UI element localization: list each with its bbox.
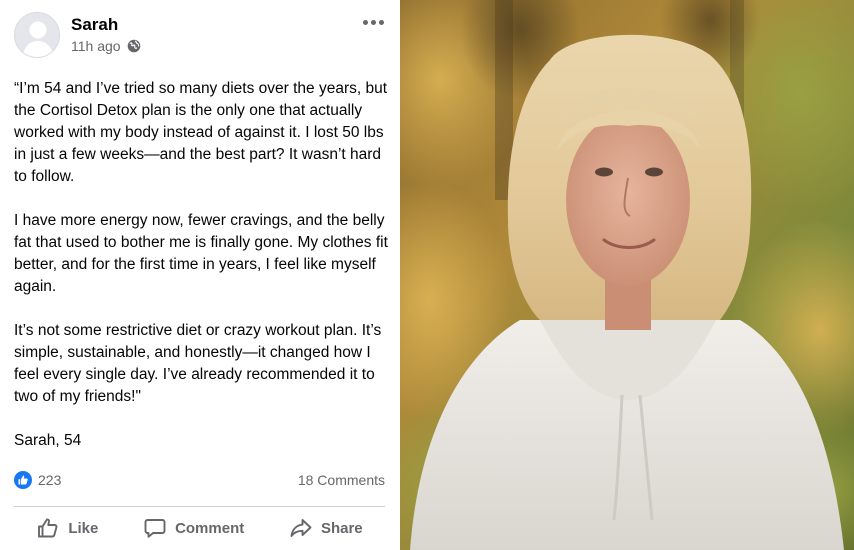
post-actions: Like Comment Share bbox=[14, 510, 385, 546]
post-card: Sarah 11h ago “I’m 54 and I’ve tried so … bbox=[0, 0, 400, 550]
share-label: Share bbox=[320, 519, 363, 537]
more-options-icon[interactable] bbox=[360, 12, 386, 32]
share-button[interactable]: Share bbox=[281, 512, 371, 544]
like-button[interactable]: Like bbox=[28, 512, 106, 544]
comment-label: Comment bbox=[175, 519, 245, 537]
post-stats: 223 18 Comments bbox=[14, 470, 385, 490]
post-paragraph: It’s not some restrictive diet or crazy … bbox=[14, 322, 382, 405]
actions-divider bbox=[14, 506, 385, 507]
post-meta: 11h ago bbox=[71, 38, 141, 54]
globe-icon bbox=[127, 39, 141, 53]
post-header: Sarah 11h ago bbox=[14, 12, 390, 58]
thumbs-up-icon bbox=[36, 516, 60, 540]
post-signature: Sarah, 54 bbox=[14, 432, 82, 449]
like-reaction-icon bbox=[14, 471, 32, 489]
reactions-summary[interactable]: 223 bbox=[14, 471, 61, 489]
post-paragraph: I have more energy now, fewer cravings, … bbox=[14, 212, 388, 295]
default-avatar-icon[interactable] bbox=[14, 12, 60, 58]
post-paragraph: “I’m 54 and I’ve tried so many diets ove… bbox=[14, 80, 388, 185]
comment-button[interactable]: Comment bbox=[135, 512, 252, 544]
post-timestamp[interactable]: 11h ago bbox=[71, 38, 121, 54]
post-photo[interactable] bbox=[400, 0, 854, 550]
comments-count[interactable]: 18 Comments bbox=[298, 472, 385, 488]
like-label: Like bbox=[68, 519, 99, 537]
author-name[interactable]: Sarah bbox=[71, 15, 118, 35]
share-arrow-icon bbox=[289, 516, 313, 540]
comment-bubble-icon bbox=[143, 516, 167, 540]
reactions-count: 223 bbox=[38, 472, 62, 488]
post-body: “I’m 54 and I’ve tried so many diets ove… bbox=[14, 78, 388, 452]
